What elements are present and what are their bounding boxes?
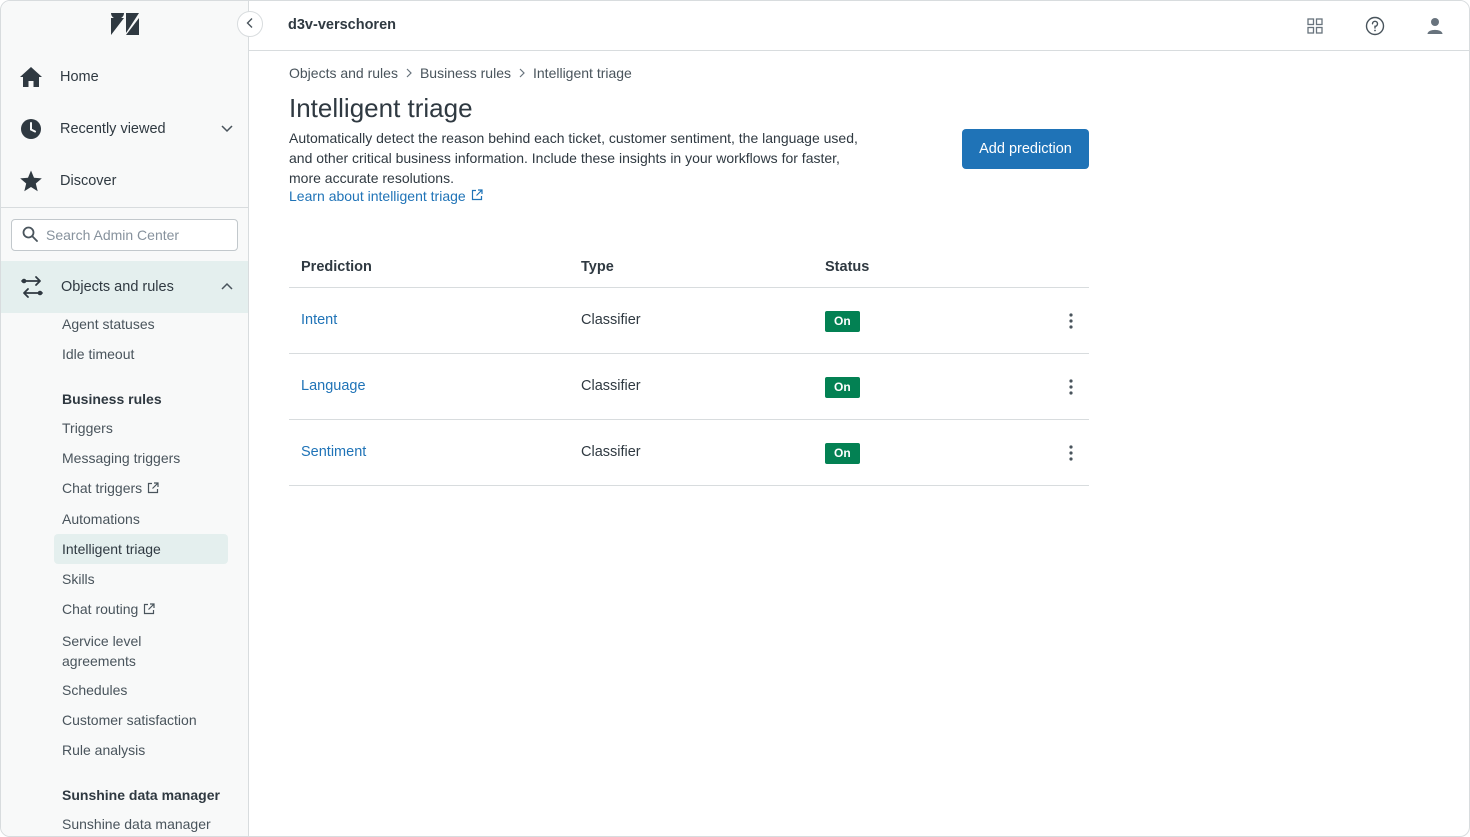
column-header-status[interactable]: Status bbox=[825, 259, 869, 275]
sla-label-line2: agreements bbox=[62, 653, 136, 669]
sidebar: Home Recently viewed Discover Search Adm… bbox=[1, 1, 249, 836]
sidebar-item-intelligent-triage[interactable]: Intelligent triage bbox=[54, 534, 228, 564]
prediction-type: Classifier bbox=[581, 444, 641, 460]
sidebar-group-sunshine: Sunshine data manager bbox=[62, 787, 220, 803]
app-window: Home Recently viewed Discover Search Adm… bbox=[0, 0, 1470, 837]
learn-more-label: Learn about intelligent triage bbox=[289, 188, 466, 204]
top-bar: d3v-verschoren bbox=[249, 1, 1469, 51]
prediction-link[interactable]: Sentiment bbox=[301, 444, 366, 460]
nav-recently-viewed-label: Recently viewed bbox=[60, 121, 166, 137]
nav-home[interactable]: Home bbox=[1, 51, 248, 103]
table-row: Intent Classifier On bbox=[289, 288, 1089, 354]
sidebar-item-rule-analysis[interactable]: Rule analysis bbox=[54, 735, 228, 765]
sidebar-item-agent-statuses[interactable]: Agent statuses bbox=[54, 309, 228, 339]
prediction-type: Classifier bbox=[581, 312, 641, 328]
sidebar-item-chat-triggers[interactable]: Chat triggers bbox=[54, 473, 228, 503]
chevron-right-icon bbox=[518, 68, 526, 78]
section-objects-and-rules[interactable]: Objects and rules bbox=[1, 261, 248, 313]
user-profile-icon[interactable] bbox=[1422, 13, 1448, 39]
primary-nav: Home Recently viewed Discover bbox=[1, 51, 248, 207]
breadcrumb-current: Intelligent triage bbox=[533, 65, 632, 81]
sidebar-item-customer-satisfaction[interactable]: Customer satisfaction bbox=[54, 705, 228, 735]
account-name: d3v-verschoren bbox=[288, 17, 396, 33]
table-row: Sentiment Classifier On bbox=[289, 420, 1089, 486]
row-options-icon[interactable] bbox=[1059, 441, 1083, 465]
collapse-sidebar-button[interactable] bbox=[237, 11, 263, 37]
nav-recently-viewed[interactable]: Recently viewed bbox=[1, 103, 248, 155]
sidebar-item-messaging-triggers[interactable]: Messaging triggers bbox=[54, 443, 228, 473]
table-row: Language Classifier On bbox=[289, 354, 1089, 420]
nav-discover-label: Discover bbox=[60, 173, 117, 189]
chat-triggers-label: Chat triggers bbox=[62, 480, 143, 496]
sidebar-item-automations[interactable]: Automations bbox=[54, 504, 228, 534]
sidebar-item-triggers[interactable]: Triggers bbox=[54, 413, 228, 443]
sidebar-item-schedules[interactable]: Schedules bbox=[54, 675, 228, 705]
chevron-right-icon bbox=[405, 68, 413, 78]
breadcrumb-business-rules[interactable]: Business rules bbox=[420, 65, 511, 81]
sidebar-item-service-level-agreements[interactable]: Service level agreements bbox=[54, 629, 228, 673]
sla-label-line1: Service level bbox=[62, 633, 142, 649]
page-title: Intelligent triage bbox=[289, 93, 473, 123]
main-content: Objects and rules Business rules Intelli… bbox=[249, 51, 1469, 836]
search-input[interactable] bbox=[46, 227, 226, 243]
sidebar-divider bbox=[1, 207, 248, 208]
star-icon bbox=[19, 169, 43, 193]
page-description: Automatically detect the reason behind e… bbox=[289, 130, 858, 186]
predictions-table: Prediction Type Status Intent Classifier… bbox=[289, 247, 1089, 486]
external-link-icon bbox=[143, 595, 155, 625]
chat-routing-label: Chat routing bbox=[62, 601, 139, 617]
status-badge: On bbox=[825, 377, 860, 398]
chevron-down-icon[interactable] bbox=[220, 121, 234, 137]
row-options-icon[interactable] bbox=[1059, 375, 1083, 399]
sidebar-item-sunshine-data-manager[interactable]: Sunshine data manager bbox=[54, 809, 228, 836]
chevron-left-icon bbox=[245, 16, 255, 32]
prediction-link[interactable]: Language bbox=[301, 378, 366, 394]
prediction-type: Classifier bbox=[581, 378, 641, 394]
objects-rules-icon bbox=[19, 274, 45, 300]
products-grid-icon[interactable] bbox=[1302, 13, 1328, 39]
sidebar-group-business-rules: Business rules bbox=[62, 391, 162, 407]
external-link-icon bbox=[471, 188, 483, 204]
breadcrumb-objects-and-rules[interactable]: Objects and rules bbox=[289, 65, 398, 81]
zendesk-logo-icon[interactable] bbox=[111, 13, 139, 37]
add-prediction-button[interactable]: Add prediction bbox=[962, 129, 1089, 169]
sidebar-item-skills[interactable]: Skills bbox=[54, 564, 228, 594]
sidebar-item-chat-routing[interactable]: Chat routing bbox=[54, 594, 228, 624]
column-header-prediction[interactable]: Prediction bbox=[301, 259, 372, 275]
nav-home-label: Home bbox=[60, 69, 99, 85]
clock-icon bbox=[19, 117, 43, 141]
admin-search[interactable] bbox=[11, 219, 238, 251]
learn-more-link[interactable]: Learn about intelligent triage bbox=[289, 188, 483, 204]
nav-discover[interactable]: Discover bbox=[1, 155, 248, 207]
sidebar-item-idle-timeout[interactable]: Idle timeout bbox=[54, 339, 228, 369]
row-options-icon[interactable] bbox=[1059, 309, 1083, 333]
search-icon bbox=[22, 226, 38, 245]
section-label: Objects and rules bbox=[61, 279, 174, 295]
help-icon[interactable] bbox=[1362, 13, 1388, 39]
home-icon bbox=[19, 65, 43, 89]
prediction-link[interactable]: Intent bbox=[301, 312, 337, 328]
status-badge: On bbox=[825, 311, 860, 332]
column-header-type[interactable]: Type bbox=[581, 259, 614, 275]
external-link-icon bbox=[147, 474, 159, 504]
chevron-up-icon[interactable] bbox=[220, 280, 234, 296]
status-badge: On bbox=[825, 443, 860, 464]
breadcrumb: Objects and rules Business rules Intelli… bbox=[289, 65, 632, 81]
table-header: Prediction Type Status bbox=[289, 247, 1089, 288]
